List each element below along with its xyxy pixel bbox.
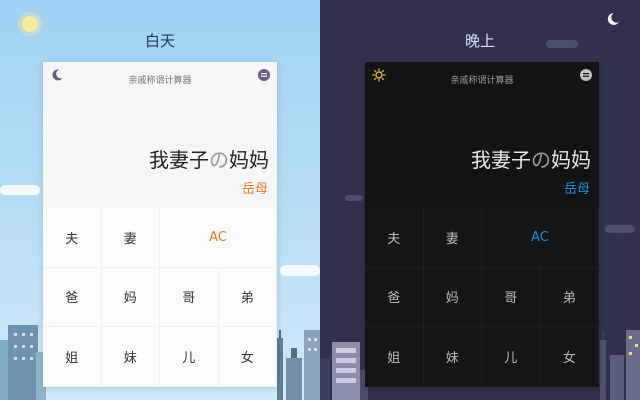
key-daughter[interactable]: 女 [218, 327, 277, 387]
key-husband[interactable]: 夫 [365, 208, 424, 268]
result: 岳母 [563, 182, 590, 197]
calculator-header: 亲戚称谓计算器 [43, 62, 277, 92]
expression-main: 我妻子 [149, 148, 209, 172]
key-father[interactable]: 爸 [365, 267, 424, 328]
key-clear[interactable]: AC [160, 208, 277, 268]
expression: 我妻子の妈妈 [149, 144, 269, 173]
calculator-header: 亲戚称谓计算器 [365, 62, 599, 92]
display: 我妻子の妈妈 岳母 [43, 92, 277, 208]
display: 我妻子の妈妈 岳母 [365, 92, 599, 208]
key-wife[interactable]: 妻 [423, 208, 482, 268]
expression-tail: 妈妈 [551, 148, 591, 172]
expression-tail: 妈妈 [229, 148, 269, 172]
key-mother[interactable]: 妈 [423, 267, 482, 328]
key-elder-brother[interactable]: 哥 [482, 267, 541, 328]
expression: 我妻子の妈妈 [471, 144, 591, 173]
cloud [0, 185, 40, 195]
key-younger-brother[interactable]: 弟 [540, 267, 599, 328]
keypad: 夫 妻 AC 爸 妈 哥 弟 姐 妹 儿 女 [43, 208, 277, 387]
key-wife[interactable]: 妻 [101, 208, 160, 268]
result: 岳母 [241, 182, 268, 197]
night-mode-panel: 晚上 亲戚称谓计算器 我妻子の妈妈 岳母 夫 妻 AC 爸 妈 哥 弟 姐 妹 … [320, 0, 640, 400]
menu-icon[interactable] [257, 68, 271, 82]
moon-icon [607, 12, 619, 25]
cloud [280, 265, 320, 276]
key-elder-brother[interactable]: 哥 [160, 267, 219, 328]
key-mother[interactable]: 妈 [101, 267, 160, 328]
key-son[interactable]: 儿 [160, 327, 219, 387]
calculator-day: 亲戚称谓计算器 我妻子の妈妈 岳母 夫 妻 AC 爸 妈 哥 弟 姐 妹 儿 女 [43, 62, 277, 387]
cloud [546, 40, 578, 48]
key-elder-sister[interactable]: 姐 [365, 327, 424, 387]
expression-particle: の [209, 148, 229, 172]
key-clear[interactable]: AC [482, 208, 599, 268]
calculator-title: 亲戚称谓计算器 [450, 76, 514, 86]
expression-particle: の [531, 148, 551, 172]
cloud [345, 195, 363, 201]
menu-icon[interactable] [579, 68, 593, 82]
key-husband[interactable]: 夫 [43, 208, 102, 268]
key-daughter[interactable]: 女 [540, 327, 599, 387]
day-mode-label: 白天 [144, 32, 175, 50]
calculator-title: 亲戚称谓计算器 [128, 76, 192, 86]
key-father[interactable]: 爸 [43, 267, 102, 328]
key-son[interactable]: 儿 [482, 327, 541, 387]
key-younger-brother[interactable]: 弟 [218, 267, 277, 328]
calculator-night: 亲戚称谓计算器 我妻子の妈妈 岳母 夫 妻 AC 爸 妈 哥 弟 姐 妹 儿 女 [365, 62, 599, 387]
day-mode-panel: 白天 亲戚称谓计算器 我妻子の妈妈 岳母 夫 妻 AC 爸 妈 哥 弟 姐 妹 … [0, 0, 320, 400]
night-mode-label: 晚上 [464, 32, 495, 50]
key-younger-sister[interactable]: 妹 [423, 327, 482, 387]
cloud [605, 225, 635, 233]
key-younger-sister[interactable]: 妹 [101, 327, 160, 387]
keypad: 夫 妻 AC 爸 妈 哥 弟 姐 妹 儿 女 [365, 208, 599, 387]
expression-main: 我妻子 [471, 148, 531, 172]
key-elder-sister[interactable]: 姐 [43, 327, 102, 387]
